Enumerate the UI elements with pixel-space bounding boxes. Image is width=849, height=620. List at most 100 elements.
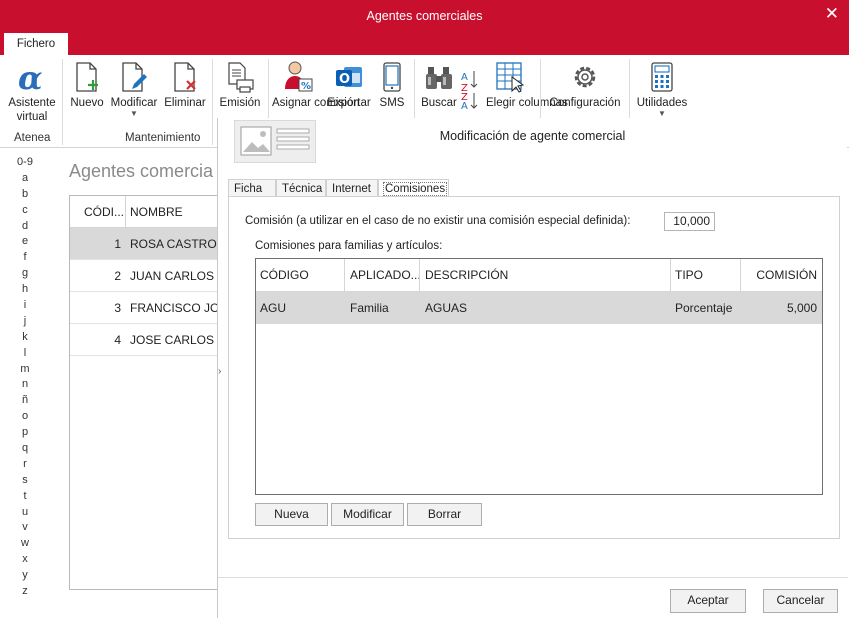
- column-header-tipo[interactable]: TIPO: [675, 268, 703, 282]
- asistente-virtual-button[interactable]: α Asistente virtual: [4, 57, 60, 124]
- commission-label: Comisión (a utilizar en el caso de no ex…: [245, 215, 631, 227]
- column-header-codigo[interactable]: CÓDIGO: [260, 268, 309, 282]
- aceptar-button[interactable]: Aceptar: [670, 589, 746, 613]
- alphabet-index-item[interactable]: g: [10, 266, 40, 282]
- column-header-aplicado[interactable]: APLICADO...: [350, 268, 421, 282]
- close-icon[interactable]: ✕: [825, 4, 839, 24]
- table-header: CÓDIGO APLICADO... DESCRIPCIÓN TIPO COMI…: [256, 259, 822, 292]
- alphabet-index-item[interactable]: 0-9: [10, 155, 40, 171]
- calculator-icon: [634, 57, 690, 93]
- sms-button[interactable]: SMS: [376, 57, 408, 110]
- assign-commission-icon: %: [272, 57, 324, 93]
- alphabet-index-item[interactable]: t: [10, 489, 40, 505]
- table-row[interactable]: 2 JUAN CARLOS RO: [70, 260, 221, 292]
- alphabet-index-item[interactable]: k: [10, 330, 40, 346]
- column-header-descripcion[interactable]: DESCRIPCIÓN: [425, 268, 508, 282]
- elegir-columnas-button[interactable]: Elegir columnas: [486, 57, 568, 110]
- buscar-button[interactable]: Buscar: [420, 57, 458, 110]
- alphabet-index-item[interactable]: x: [10, 552, 40, 568]
- binoculars-icon: [420, 57, 458, 93]
- modificar-comision-button[interactable]: Modificar: [331, 503, 404, 526]
- alphabet-index-item[interactable]: o: [10, 409, 40, 425]
- delete-doc-icon: [162, 57, 208, 93]
- tab-tecnica[interactable]: Técnica: [276, 179, 326, 197]
- utilidades-button[interactable]: Utilidades ▼: [634, 57, 690, 118]
- row-name: ROSA CASTRO PA: [130, 237, 221, 251]
- alphabet-index-item[interactable]: l: [10, 346, 40, 362]
- emision-button[interactable]: Emisión: [216, 57, 264, 110]
- agents-table: CÓDI... NOMBRE 1 ROSA CASTRO PA 2 JUAN C…: [69, 195, 221, 590]
- alphabet-index-item[interactable]: r: [10, 457, 40, 473]
- ribbon-divider: [62, 59, 63, 145]
- svg-text:A: A: [461, 72, 468, 83]
- modificar-button[interactable]: Modificar ▼: [108, 57, 160, 118]
- table-row[interactable]: AGU Familia AGUAS Porcentaje 5,000: [256, 292, 822, 324]
- borrar-button[interactable]: Borrar: [407, 503, 482, 526]
- alphabet-index-item[interactable]: u: [10, 505, 40, 521]
- svg-text:A: A: [461, 101, 468, 109]
- edit-doc-icon: [108, 57, 160, 93]
- alphabet-index-item[interactable]: n: [10, 377, 40, 393]
- alphabet-index-item[interactable]: i: [10, 298, 40, 314]
- tab-internet[interactable]: Internet: [326, 179, 378, 197]
- utilidades-label: Utilidades: [636, 97, 688, 109]
- alphabet-index-item[interactable]: s: [10, 473, 40, 489]
- tab-ficha[interactable]: Ficha: [228, 179, 276, 197]
- configuracion-button[interactable]: Configuración: [546, 57, 624, 110]
- alphabet-index-item[interactable]: v: [10, 520, 40, 536]
- alphabet-index-item[interactable]: j: [10, 314, 40, 330]
- alphabet-index-item[interactable]: q: [10, 441, 40, 457]
- table-row[interactable]: 4 JOSE CARLOS RU: [70, 324, 221, 356]
- column-header-name[interactable]: NOMBRE: [130, 205, 183, 219]
- alphabet-index-item[interactable]: z: [10, 584, 40, 600]
- chevron-right-icon[interactable]: ›: [218, 366, 221, 377]
- alphabet-index-item[interactable]: p: [10, 425, 40, 441]
- nuevo-button[interactable]: Nuevo: [68, 57, 106, 110]
- new-doc-icon: [68, 57, 106, 93]
- alphabet-index-item[interactable]: f: [10, 250, 40, 266]
- chevron-down-icon: ▼: [130, 109, 138, 118]
- exportar-button[interactable]: O Exportar: [326, 57, 372, 110]
- cell-tipo: Porcentaje: [675, 301, 733, 315]
- commissions-table: CÓDIGO APLICADO... DESCRIPCIÓN TIPO COMI…: [255, 258, 823, 495]
- eliminar-button[interactable]: Eliminar: [162, 57, 208, 110]
- alphabet-index-item[interactable]: ñ: [10, 393, 40, 409]
- ribbon-divider: [212, 59, 213, 145]
- asistente-label: Asistente virtual: [8, 97, 56, 123]
- sort-button[interactable]: AZZA: [459, 57, 481, 109]
- nueva-button[interactable]: Nueva: [255, 503, 328, 526]
- alphabet-index-item[interactable]: b: [10, 187, 40, 203]
- cancelar-button[interactable]: Cancelar: [763, 589, 838, 613]
- table-row[interactable]: 3 FRANCISCO JOSI: [70, 292, 221, 324]
- alphabet-index-item[interactable]: c: [10, 203, 40, 219]
- page-title: Agentes comercia: [69, 161, 214, 181]
- column-header-code[interactable]: CÓDI...: [84, 205, 124, 219]
- alphabet-index-item[interactable]: a: [10, 171, 40, 187]
- exportar-label: Exportar: [327, 97, 371, 109]
- alphabet-index-item[interactable]: w: [10, 536, 40, 552]
- emision-label: Emisión: [219, 97, 261, 109]
- alphabet-index-item[interactable]: h: [10, 282, 40, 298]
- row-code: 2: [114, 269, 121, 283]
- panel-title: Modificación de agente comercial: [439, 129, 626, 143]
- alphabet-index-item[interactable]: y: [10, 568, 40, 584]
- commission-input[interactable]: 10,000: [664, 212, 715, 231]
- alphabet-index: 0-9 a b c d e f g h i j k l m n ñ o p q r s t u v w x y z: [10, 155, 40, 600]
- row-name: JOSE CARLOS RU: [130, 333, 221, 347]
- alphabet-index-item[interactable]: d: [10, 219, 40, 235]
- cell-descripcion: AGUAS: [425, 301, 468, 315]
- row-name: FRANCISCO JOSI: [130, 301, 221, 315]
- tab-fichero[interactable]: Fichero: [4, 33, 68, 55]
- alphabet-index-item[interactable]: e: [10, 234, 40, 250]
- svg-text:O: O: [339, 72, 350, 87]
- table-row[interactable]: 1 ROSA CASTRO PA: [70, 228, 221, 260]
- modificar-label: Modificar: [110, 97, 158, 109]
- gear-icon: [546, 57, 624, 93]
- asignar-comision-button[interactable]: % Asignar comisión: [272, 57, 360, 110]
- column-header-comision[interactable]: COMISIÓN: [756, 268, 817, 282]
- tab-comisiones-label: Comisiones: [382, 182, 448, 196]
- alphabet-index-item[interactable]: m: [10, 362, 40, 378]
- group-atenea-label: Atenea: [14, 132, 51, 144]
- outlook-icon: O: [326, 57, 372, 93]
- edit-agent-panel: Modificación de agente comercial Ficha T…: [217, 118, 848, 618]
